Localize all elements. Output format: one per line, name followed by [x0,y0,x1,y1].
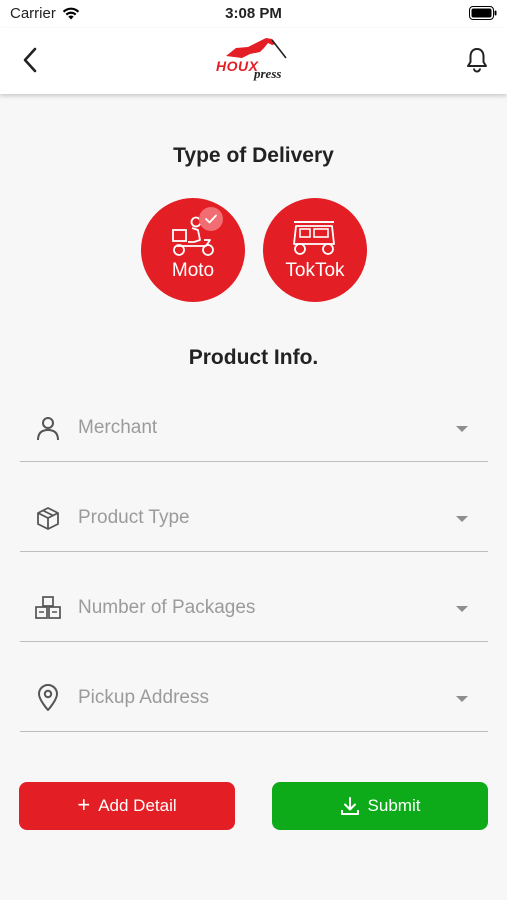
dropdown-arrow-icon [456,426,468,432]
submit-label: Submit [367,796,421,815]
delivery-type-title: Type of Delivery [173,144,334,167]
pickup-address-label: Pickup Address [78,687,209,708]
number-of-packages-select[interactable]: Number of Packages [20,582,488,642]
box-icon [34,504,62,532]
add-detail-button[interactable]: + Add Detail [19,782,235,830]
packages-icon [34,594,62,622]
brand-logo: HOUX press [210,36,300,86]
dropdown-arrow-icon [456,606,468,612]
merchant-label: Merchant [78,417,158,438]
delivery-option-toktok[interactable]: TokTok [263,198,367,302]
number-of-packages-label: Number of Packages [78,597,256,618]
tuktuk-icon [293,221,335,255]
selected-badge [199,207,223,231]
app-bar: HOUX press [0,28,507,94]
logo-sub-text: press [254,66,282,81]
download-icon [340,797,359,815]
notifications-button[interactable] [461,44,493,76]
battery-icon [469,6,497,20]
plus-icon: + [77,792,91,817]
submit-button[interactable]: Submit [272,782,488,830]
check-icon [205,214,217,224]
delivery-option-moto[interactable]: Moto [141,198,245,302]
location-pin-icon [34,684,62,712]
chevron-left-icon [23,47,37,73]
bell-icon [467,48,487,73]
delivery-option-label: TokTok [285,260,345,281]
pickup-address-select[interactable]: Pickup Address [20,672,488,732]
add-detail-label: Add Detail [98,796,177,815]
delivery-option-label: Moto [171,260,215,281]
merchant-select[interactable]: Merchant [20,402,488,462]
product-type-select[interactable]: Product Type [20,492,488,552]
status-bar: Carrier 3:08 PM [0,0,507,28]
dropdown-arrow-icon [456,696,468,702]
dropdown-arrow-icon [456,516,468,522]
horse-logo-icon [226,38,287,59]
person-icon [34,414,62,442]
back-button[interactable] [14,44,46,76]
status-time: 3:08 PM [225,5,282,22]
product-info-title: Product Info. [188,346,319,369]
product-type-label: Product Type [78,507,190,528]
logo-main-text: HOUX [216,58,259,74]
